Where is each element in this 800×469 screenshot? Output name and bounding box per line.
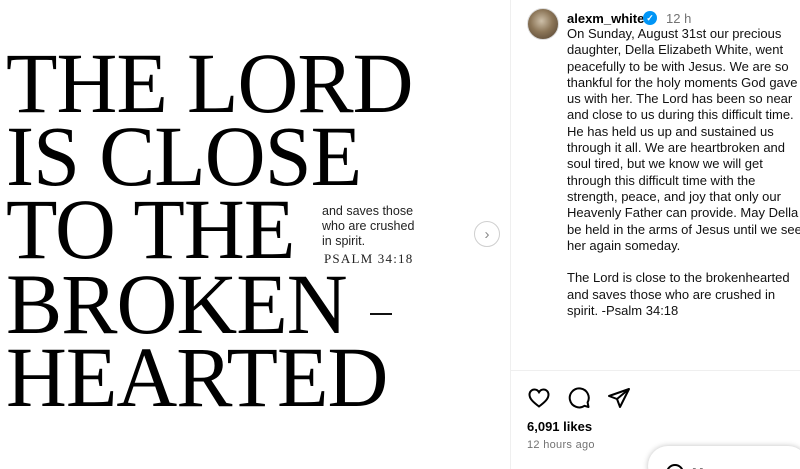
- username-link[interactable]: alexm_white: [567, 11, 644, 26]
- post-side-panel: alexm_white ✓ 12 h On Sunday, August 31s…: [510, 0, 800, 469]
- messenger-icon: [666, 464, 684, 469]
- post-timestamp: 12 hours ago: [527, 439, 595, 451]
- post-image: THE LORD IS CLOSE TO THE BROKEN HEARTED …: [0, 0, 510, 469]
- image-side-line: in spirit.: [322, 234, 366, 248]
- image-side-text: and saves those who are crushed in spiri…: [322, 204, 414, 249]
- send-icon[interactable]: [607, 386, 631, 410]
- chevron-right-icon: ›: [484, 225, 490, 243]
- messages-pill[interactable]: M: [648, 446, 800, 469]
- caption-paragraph: On Sunday, August 31st our precious daug…: [567, 26, 800, 253]
- comment-icon[interactable]: [567, 386, 591, 410]
- messages-label: M: [692, 465, 704, 469]
- avatar[interactable]: [527, 8, 559, 40]
- image-reference: PSALM 34:18: [324, 251, 414, 266]
- image-headline-line: HEARTED: [6, 329, 388, 425]
- post-caption: On Sunday, August 31st our precious daug…: [567, 26, 800, 319]
- verified-badge-icon: ✓: [643, 11, 657, 25]
- likes-count[interactable]: 6,091 likes: [527, 419, 592, 434]
- heart-icon[interactable]: [527, 386, 551, 410]
- caption-paragraph: The Lord is close to the brokenhearted a…: [567, 270, 790, 319]
- image-side-line: who are crushed: [322, 219, 415, 233]
- next-image-button[interactable]: ›: [474, 221, 500, 247]
- divider: [511, 370, 800, 371]
- image-side-line: and saves those: [322, 204, 414, 218]
- post-time-ago: 12 h: [666, 11, 692, 26]
- hyphen-mark: [370, 313, 392, 315]
